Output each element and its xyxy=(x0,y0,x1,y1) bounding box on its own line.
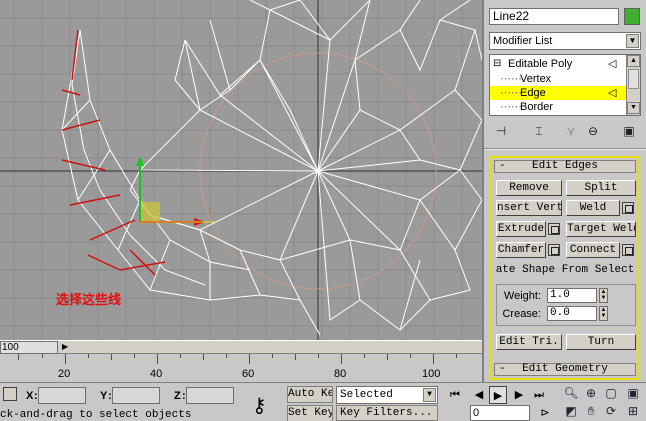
remove-modifier-icon[interactable]: ⊖ xyxy=(584,122,602,140)
tick-label-100: 100 xyxy=(422,368,441,380)
go-to-end-icon[interactable]: ⏭ xyxy=(530,386,548,404)
stack-item-edge[interactable]: ⋯⋯ Edge ◁ xyxy=(490,86,626,100)
key-selection-dropdown[interactable]: Selected ▼ xyxy=(336,386,438,404)
field-of-view-icon[interactable]: ◩ xyxy=(562,403,580,420)
stack-scrollbar[interactable]: ▲ ▼ xyxy=(626,55,640,115)
key-mode-icon[interactable]: ⊳ xyxy=(536,404,554,421)
previous-frame-icon[interactable]: ◀ xyxy=(470,386,488,404)
mesh-edges xyxy=(61,0,482,336)
extrude-settings-icon[interactable] xyxy=(548,223,560,235)
stack-item-editable-poly[interactable]: ⊟ Editable Poly ◁ xyxy=(490,57,626,71)
weight-label: Weight: xyxy=(503,290,541,302)
funnel-icon: ◁ xyxy=(608,58,617,70)
edit-edges-rollout: - Edit Edges Remove Split nsert Verte We… xyxy=(490,156,640,380)
transform-gizmo xyxy=(136,156,215,226)
turn-button[interactable]: Turn xyxy=(566,334,636,350)
status-bar: X : Y : Z : ck-and-drag to select object… xyxy=(0,382,646,421)
extrude-button[interactable]: Extrude xyxy=(496,221,546,237)
orbit-icon[interactable]: ⟳ xyxy=(602,403,620,420)
configure-sets-icon[interactable]: ▣ xyxy=(620,122,638,140)
modifier-stack[interactable]: ⊟ Editable Poly ◁ ⋯⋯ Vertex ⋯⋯ Edge ◁ ⋯⋯… xyxy=(489,54,641,116)
x-label: X xyxy=(26,390,34,402)
crease-label: Crease: xyxy=(502,308,541,320)
go-to-start-icon[interactable]: ⏮ xyxy=(446,386,464,404)
weld-button[interactable]: Weld xyxy=(566,200,620,216)
z-label: Z xyxy=(174,390,181,402)
remove-button[interactable]: Remove xyxy=(496,180,562,196)
tick-label-60: 60 xyxy=(242,368,255,380)
current-frame-field[interactable]: 0 xyxy=(470,405,530,421)
edit-geometry-title[interactable]: - Edit Geometry xyxy=(494,363,636,376)
stack-item-border[interactable]: ⋯⋯ Border xyxy=(490,100,626,114)
zoom-icon[interactable]: 🔍︎ xyxy=(562,385,580,402)
y-coordinate-field[interactable] xyxy=(112,387,160,404)
chevron-down-icon[interactable]: ▼ xyxy=(423,388,436,402)
connect-button[interactable]: Connect xyxy=(566,242,620,258)
stack-item-vertex[interactable]: ⋯⋯ Vertex xyxy=(490,72,626,86)
modifier-list-dropdown[interactable]: Modifier List ▼ xyxy=(489,32,641,50)
auto-key-button[interactable]: Auto Key xyxy=(287,386,333,403)
chevron-right-icon[interactable]: ▶ xyxy=(62,342,68,351)
chamfer-settings-icon[interactable] xyxy=(548,244,560,256)
scroll-up-icon[interactable]: ▲ xyxy=(627,55,640,67)
object-color-swatch[interactable] xyxy=(624,8,640,25)
selected-edges xyxy=(61,29,166,276)
crease-spinner-icon[interactable]: ▲ ▼ xyxy=(599,306,608,321)
selection-lock-icon[interactable] xyxy=(3,387,17,401)
create-shape-button[interactable]: ate Shape From Select xyxy=(494,263,636,279)
z-coordinate-field[interactable] xyxy=(186,387,234,404)
pin-stack-icon[interactable]: ⊣ xyxy=(492,122,510,140)
make-unique-icon[interactable]: ⋎ xyxy=(562,122,580,140)
chamfer-button[interactable]: Chamfer xyxy=(496,242,546,258)
weld-settings-icon[interactable] xyxy=(622,202,634,214)
tick-label-20: 20 xyxy=(58,368,71,380)
zoom-extents-icon[interactable]: ▢ xyxy=(602,385,620,402)
command-panel: Line22 Modifier List ▼ ⊟ Editable Poly ◁… xyxy=(482,0,646,383)
x-coordinate-field[interactable] xyxy=(38,387,86,404)
scroll-down-icon[interactable]: ▼ xyxy=(627,102,640,114)
scroll-thumb[interactable] xyxy=(628,69,639,89)
edit-tri-button[interactable]: Edit Tri. xyxy=(496,334,562,350)
chevron-down-icon[interactable]: ▼ xyxy=(626,34,639,48)
edge-mode-icon: ◁ xyxy=(608,87,617,99)
pan-icon[interactable]: ✋︎ xyxy=(582,403,600,420)
modifier-list-label: Modifier List xyxy=(493,35,553,47)
tick-label-40: 40 xyxy=(150,368,163,380)
insert-vertex-button[interactable]: nsert Verte xyxy=(496,200,562,216)
collapse-icon[interactable]: ⊟ xyxy=(493,57,501,71)
zoom-extents-all-icon[interactable]: ▣ xyxy=(624,385,642,402)
track-bar[interactable]: 20 40 60 80 100 xyxy=(0,354,482,382)
stack-toolbar: ⊣ ⌶ ⋎ ⊖ ▣ xyxy=(492,122,642,140)
time-slider[interactable]: 100 ▶ xyxy=(0,340,482,354)
target-weld-button[interactable]: Target Weld xyxy=(566,221,636,237)
play-icon[interactable]: ▶ xyxy=(489,386,507,404)
key-icon[interactable]: ⚷ xyxy=(252,393,267,418)
edit-edges-title[interactable]: - Edit Edges xyxy=(494,160,636,173)
show-end-result-icon[interactable]: ⌶ xyxy=(530,122,548,140)
time-slider-thumb[interactable]: 100 xyxy=(0,341,58,354)
perspective-viewport[interactable]: 选择这些线 xyxy=(0,0,482,340)
weight-field[interactable]: 1.0 xyxy=(547,288,597,303)
viewport-annotation: 选择这些线 xyxy=(56,293,122,308)
zoom-all-icon[interactable]: ⊕ xyxy=(582,385,600,402)
weight-crease-group: Weight: 1.0 ▲ ▼ Crease: 0.0 ▲ ▼ xyxy=(496,284,636,326)
maximize-viewport-icon[interactable]: ⊞ xyxy=(624,403,642,420)
tick-label-80: 80 xyxy=(334,368,347,380)
crease-field[interactable]: 0.0 xyxy=(547,306,597,321)
connect-settings-icon[interactable] xyxy=(622,244,634,256)
y-label: Y xyxy=(100,390,108,402)
weight-spinner-icon[interactable]: ▲ ▼ xyxy=(599,288,608,303)
next-frame-icon[interactable]: ▶ xyxy=(510,386,528,404)
split-button[interactable]: Split xyxy=(566,180,636,196)
set-key-button[interactable]: Set Key xyxy=(287,405,333,421)
object-name-field[interactable]: Line22 xyxy=(489,8,619,25)
status-prompt: ck-and-drag to select objects xyxy=(0,409,192,421)
key-filters-button[interactable]: Key Filters... xyxy=(336,405,438,421)
